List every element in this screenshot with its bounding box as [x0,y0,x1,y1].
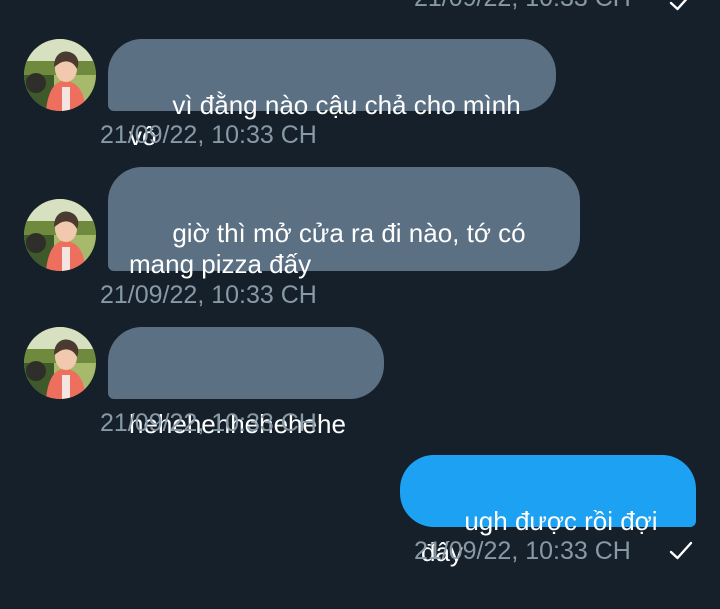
message-timestamp: 21/09/22, 10:33 CH [414,537,631,565]
message-text: giờ thì mở cửa ra đi nào, tớ có mang piz… [129,218,526,279]
message-bubble[interactable]: ugh được rồi đợi đấy [400,455,696,567]
message-timestamp: 21/09/22, 10:33 CH [100,409,317,437]
checkmark-icon [669,541,693,560]
chat-thread: 21/09/22, 10:33 CH vì đằng nào cậu chả c… [0,0,720,609]
message-timestamp: 21/09/22, 10:33 CH [414,0,631,13]
avatar[interactable] [24,199,96,271]
message-timestamp: 21/09/22, 10:33 CH [100,121,317,149]
message-timestamp: 21/09/22, 10:33 CH [100,281,317,309]
message-bubble[interactable]: hehehehhehehehe [108,327,384,439]
checkmark-icon [669,0,688,11]
avatar[interactable] [24,39,96,111]
avatar[interactable] [24,327,96,399]
message-bubble[interactable]: giờ thì mở cửa ra đi nào, tớ có mang piz… [108,167,580,279]
message-bubble[interactable]: vì đằng nào cậu chả cho mình vô [108,39,556,151]
